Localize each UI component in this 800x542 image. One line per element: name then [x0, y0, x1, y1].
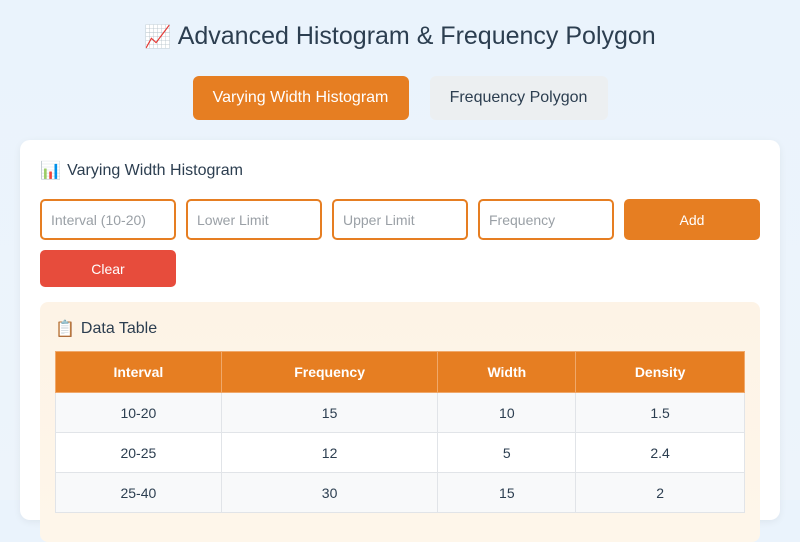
lower-limit-input[interactable] — [186, 199, 322, 240]
upper-limit-input[interactable] — [332, 199, 468, 240]
bar-chart-icon: 📊 — [40, 161, 62, 180]
column-header-interval: Interval — [55, 351, 222, 393]
panel-title-text: Varying Width Histogram — [67, 162, 243, 179]
column-header-frequency: Frequency — [220, 351, 439, 393]
table-header-row: Interval Frequency Width Density — [55, 351, 745, 393]
cell-interval: 25-40 — [55, 472, 222, 513]
data-table: Interval Frequency Width Density 10-20 1… — [55, 351, 745, 513]
panel-title: 📊 Varying Width Histogram — [40, 161, 243, 181]
tab-bar: Varying Width Histogram Frequency Polygo… — [0, 76, 800, 120]
column-header-density: Density — [575, 351, 745, 393]
cell-interval: 10-20 — [55, 392, 222, 433]
tab-frequency-polygon[interactable]: Frequency Polygon — [429, 76, 608, 120]
cell-density: 2 — [575, 472, 745, 513]
cell-width: 15 — [437, 472, 577, 513]
cell-density: 1.5 — [575, 392, 745, 433]
table-row: 10-20 15 10 1.5 — [55, 392, 745, 433]
data-table-title-text: Data Table — [80, 320, 158, 337]
cell-interval: 20-25 — [55, 432, 222, 473]
cell-width: 10 — [437, 392, 577, 433]
cell-width: 5 — [437, 432, 577, 473]
interval-input[interactable] — [40, 199, 176, 240]
histogram-panel: 📊 Varying Width Histogram Add Clear 📋 Da… — [20, 140, 780, 542]
add-button[interactable]: Add — [624, 199, 760, 240]
cell-frequency: 12 — [220, 432, 439, 473]
cell-frequency: 30 — [220, 472, 439, 513]
chart-increasing-icon: 📈 — [144, 24, 172, 49]
data-table-section: 📋 Data Table Interval Frequency Width De… — [40, 302, 760, 542]
data-table-title: 📋 Data Table — [55, 319, 157, 339]
frequency-input[interactable] — [478, 199, 614, 240]
table-row: 20-25 12 5 2.4 — [55, 432, 745, 473]
cell-frequency: 15 — [220, 392, 439, 433]
page-title-text: Advanced Histogram & Frequency Polygon — [177, 22, 656, 50]
clear-button[interactable]: Clear — [40, 250, 176, 287]
table-row: 25-40 30 15 2 — [55, 472, 745, 513]
input-row: Add — [40, 199, 760, 240]
tab-varying-width-histogram[interactable]: Varying Width Histogram — [192, 76, 409, 120]
cell-density: 2.4 — [575, 432, 745, 473]
clipboard-icon: 📋 — [55, 321, 75, 338]
page-title: 📈 Advanced Histogram & Frequency Polygon — [0, 22, 800, 51]
column-header-width: Width — [437, 351, 577, 393]
